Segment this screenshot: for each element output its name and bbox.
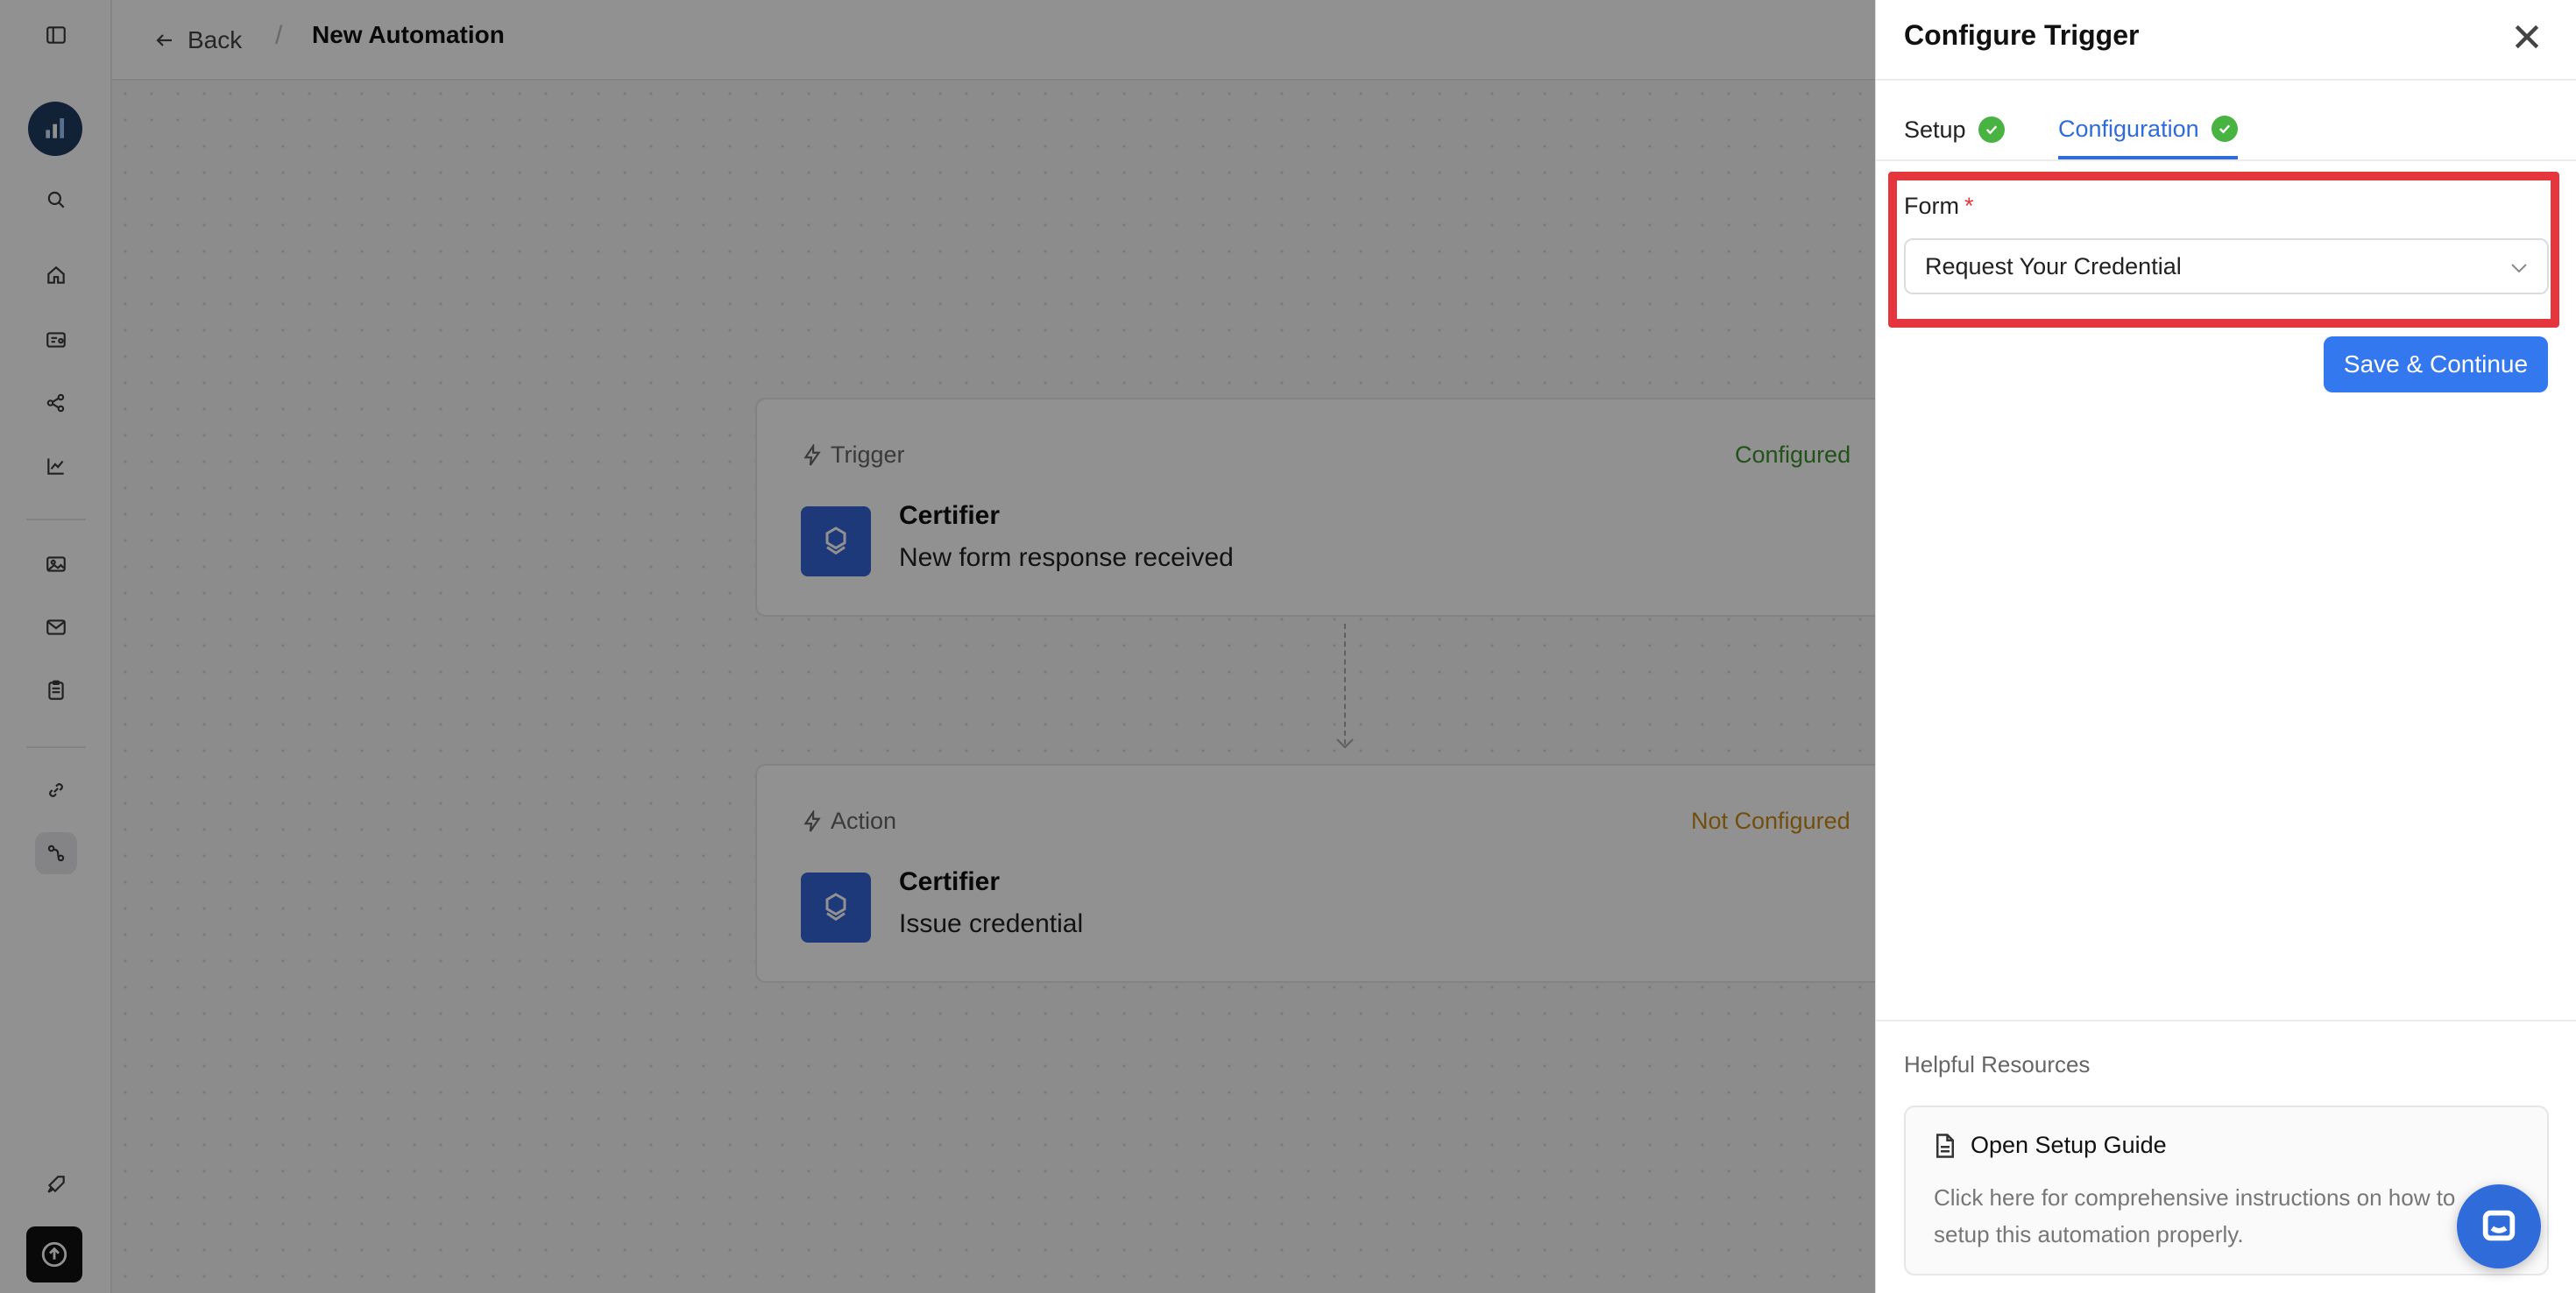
panel-title: Configure Trigger — [1904, 19, 2140, 51]
tabs-divider — [1876, 159, 2576, 161]
tab-configuration-label: Configuration — [2058, 115, 2199, 142]
required-marker: * — [1964, 193, 1974, 219]
form-select-value: Request Your Credential — [1925, 252, 2182, 279]
guide-title: Open Setup Guide — [1971, 1132, 2167, 1158]
helpful-resources-title: Helpful Resources — [1904, 1051, 2091, 1078]
chat-support-button[interactable] — [2457, 1184, 2541, 1268]
save-continue-button[interactable]: Save & Continue — [2324, 336, 2548, 392]
check-circle-icon — [2211, 116, 2238, 142]
panel-divider — [1876, 79, 2576, 81]
form-label-text: Form — [1904, 193, 1959, 219]
close-icon — [2515, 25, 2539, 49]
tab-setup-label: Setup — [1904, 116, 1966, 143]
chat-icon — [2482, 1210, 2516, 1241]
tab-configuration[interactable]: Configuration — [2058, 102, 2238, 159]
configure-trigger-panel: Configure Trigger Setup Configuration Fo… — [1875, 0, 2576, 1293]
form-field-label: Form * — [1904, 193, 1974, 220]
close-button[interactable] — [2509, 19, 2544, 54]
resources-divider — [1876, 1020, 2576, 1021]
modal-backdrop[interactable] — [0, 0, 1875, 1293]
form-select[interactable]: Request Your Credential — [1904, 238, 2549, 294]
guide-description: Click here for comprehensive instruction… — [1934, 1184, 2456, 1247]
setup-guide-card[interactable]: Open Setup Guide Click here for comprehe… — [1904, 1106, 2549, 1275]
chevron-down-icon — [2509, 258, 2530, 279]
guide-header: Open Setup Guide — [1934, 1132, 2167, 1159]
tab-setup[interactable]: Setup — [1904, 102, 2005, 158]
document-icon — [1936, 1133, 1954, 1158]
check-circle-icon — [1978, 117, 2005, 143]
